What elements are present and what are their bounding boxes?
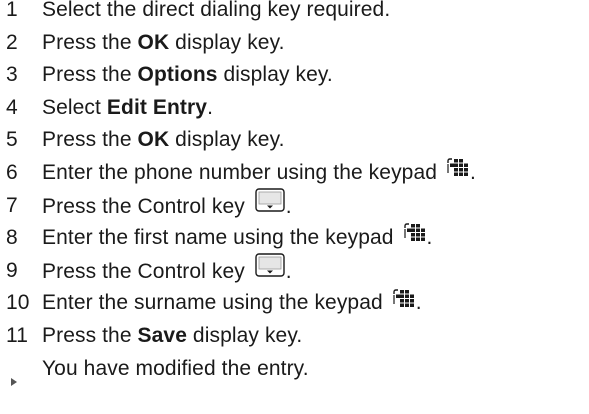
step-number: 1 — [6, 0, 18, 21]
display-key-label: Options — [137, 63, 218, 87]
menu-item-label: Edit Entry — [106, 95, 208, 119]
step-9: 9 Press the Control key . — [0, 253, 589, 290]
step-number: 8 — [6, 226, 18, 250]
instruction-list: 1 Select the direct dialing key required… — [0, 0, 589, 386]
step-text: Press the OK display key. — [42, 30, 285, 54]
step-text: Select the direct dialing key required. — [42, 0, 391, 21]
keypad-icon — [403, 220, 426, 253]
result-text: You have modified the entry. — [42, 356, 309, 380]
step-number: 5 — [6, 128, 18, 152]
result-arrow-icon — [10, 365, 18, 398]
step-number: 10 — [6, 291, 30, 315]
step-text: Enter the surname using the keypad . — [42, 287, 422, 320]
step-text: Press the Control key . — [42, 187, 292, 225]
keypad-icon — [447, 155, 469, 188]
step-5: 5 Press the OK display key. — [0, 124, 589, 157]
step-2: 2 Press the OK display key. — [0, 27, 589, 60]
step-text: Press the Control key . — [42, 253, 292, 290]
step-number: 7 — [6, 193, 18, 217]
step-6: 6 Enter the phone number using the keypa… — [0, 157, 589, 190]
step-8: 8 Enter the first name using the keypad … — [0, 222, 589, 255]
step-11: 11 Press the Save display key. — [0, 320, 589, 353]
step-number: 9 — [6, 258, 18, 282]
step-text: Press the Save display key. — [42, 323, 303, 347]
step-text: Select Edit Entry. — [42, 95, 214, 119]
step-number: 11 — [6, 323, 28, 347]
step-text: Enter the first name using the keypad . — [42, 222, 432, 255]
control-key-icon — [255, 253, 285, 288]
result-line: You have modified the entry. — [0, 353, 589, 386]
display-key-label: Save — [137, 323, 187, 347]
step-text: Enter the phone number using the keypad … — [42, 157, 476, 190]
step-text: Press the OK display key. — [42, 128, 285, 152]
step-3: 3 Press the Options display key. — [0, 59, 589, 92]
step-number: 3 — [6, 63, 18, 87]
keypad-icon — [393, 286, 415, 319]
step-text: Press the Options display key. — [42, 63, 333, 87]
step-number: 4 — [6, 95, 18, 119]
display-key-label: OK — [137, 128, 170, 152]
step-number: 2 — [6, 30, 18, 54]
step-4: 4 Select Edit Entry. — [0, 92, 589, 125]
display-key-label: OK — [137, 30, 170, 54]
step-number: 6 — [6, 160, 18, 184]
step-1: 1 Select the direct dialing key required… — [0, 0, 589, 27]
step-7: 7 Press the Control key . — [0, 187, 589, 225]
step-10: 10 Enter the surname using the keypad . — [0, 287, 589, 320]
control-key-icon — [255, 187, 285, 223]
